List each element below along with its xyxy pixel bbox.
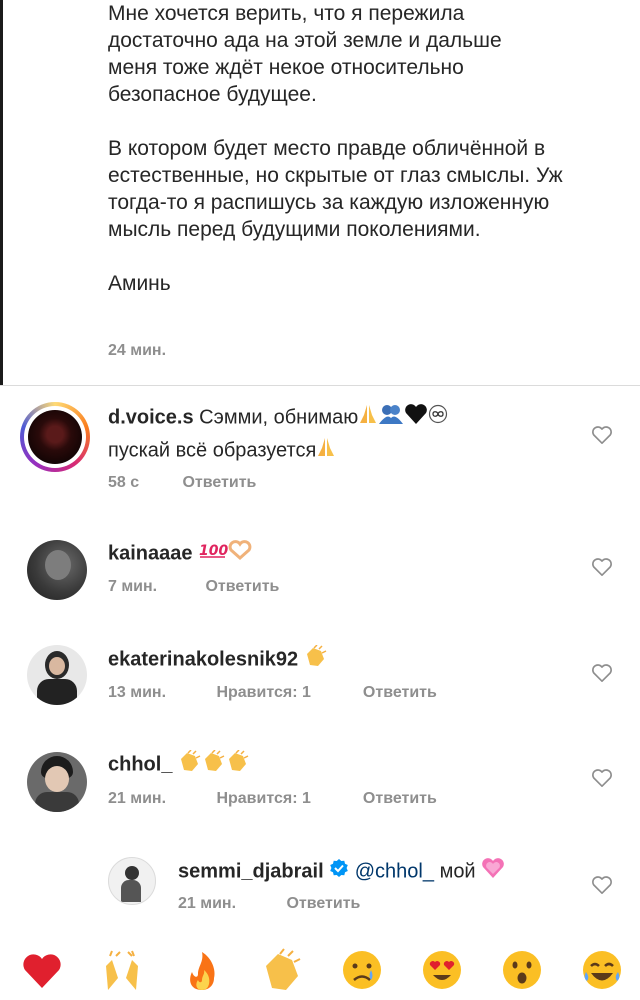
likes-count[interactable]: Нравится: 1	[216, 684, 358, 702]
verified-badge-icon	[329, 858, 349, 886]
quick-reactions-bar	[0, 948, 640, 1000]
like-heart-icon[interactable]	[591, 768, 613, 788]
reply-button[interactable]: Ответить	[205, 578, 279, 596]
caption-paragraph-3: Аминь	[108, 272, 171, 295]
comment-timestamp: 58 с	[108, 474, 140, 491]
hug-icon	[378, 403, 404, 433]
pray-icon	[316, 436, 336, 466]
divider	[0, 385, 640, 386]
crying-face-icon[interactable]	[340, 948, 384, 992]
reply-button[interactable]: Ответить	[182, 474, 256, 492]
comment-username[interactable]: chhol_	[108, 753, 172, 775]
avatar[interactable]	[27, 540, 87, 600]
comment-username[interactable]: d.voice.s	[108, 406, 194, 428]
heart-eyes-icon[interactable]	[420, 948, 464, 992]
heart-hands-icon	[228, 540, 252, 568]
black-heart-icon	[404, 403, 428, 433]
comment-username[interactable]: semmi_djabrail	[178, 860, 324, 882]
caption-paragraph-1: Мне хочется верить, что я пережила доста…	[108, 2, 502, 106]
caption-timestamp: 24 мин.	[108, 342, 167, 359]
clap-icon[interactable]	[260, 948, 304, 992]
avatar[interactable]	[27, 645, 87, 705]
likes-count[interactable]: Нравится: 1	[216, 790, 358, 808]
pray-icon	[358, 403, 378, 433]
mention-link[interactable]: @chhol_	[355, 860, 434, 882]
post-caption: Мне хочется верить, что я пережила доста…	[108, 0, 608, 297]
reply-button[interactable]: Ответить	[363, 790, 437, 808]
caption-paragraph-2: В котором будет место правде обличённой …	[108, 137, 563, 241]
laughing-face-icon[interactable]	[580, 948, 624, 992]
raised-hands-icon[interactable]	[100, 948, 144, 992]
red-heart-icon[interactable]	[20, 948, 64, 992]
left-border	[0, 0, 3, 385]
avatar[interactable]	[20, 402, 90, 472]
comment-timestamp: 21 мин.	[178, 895, 237, 912]
avatar[interactable]	[27, 752, 87, 812]
comment-text: мой	[439, 860, 476, 883]
comment-timestamp: 21 мин.	[108, 790, 167, 807]
growing-heart-icon	[481, 857, 505, 887]
comment-username[interactable]: ekaterinakolesnik92	[108, 648, 298, 670]
clap-icon	[202, 749, 226, 780]
avatar[interactable]	[108, 857, 156, 905]
comment-text: Сэмми, обнимаю	[199, 406, 359, 429]
clap-icon	[226, 749, 250, 780]
comment-username[interactable]: kainaaae	[108, 542, 193, 564]
hundred-icon: 100	[198, 540, 228, 568]
surprised-face-icon[interactable]	[500, 948, 544, 992]
infinity-icon	[428, 404, 448, 432]
clap-icon	[304, 644, 328, 675]
like-heart-icon[interactable]	[591, 875, 613, 895]
reply-button[interactable]: Ответить	[363, 684, 437, 702]
like-heart-icon[interactable]	[591, 557, 613, 577]
fire-icon[interactable]	[180, 948, 224, 992]
clap-icon	[178, 749, 202, 780]
reply-button[interactable]: Ответить	[286, 895, 360, 913]
like-heart-icon[interactable]	[591, 663, 613, 683]
comment-timestamp: 13 мин.	[108, 684, 167, 701]
comment-timestamp: 7 мин.	[108, 578, 158, 595]
like-heart-icon[interactable]	[591, 425, 613, 445]
comment-text: пускай всё образуется	[108, 439, 317, 462]
